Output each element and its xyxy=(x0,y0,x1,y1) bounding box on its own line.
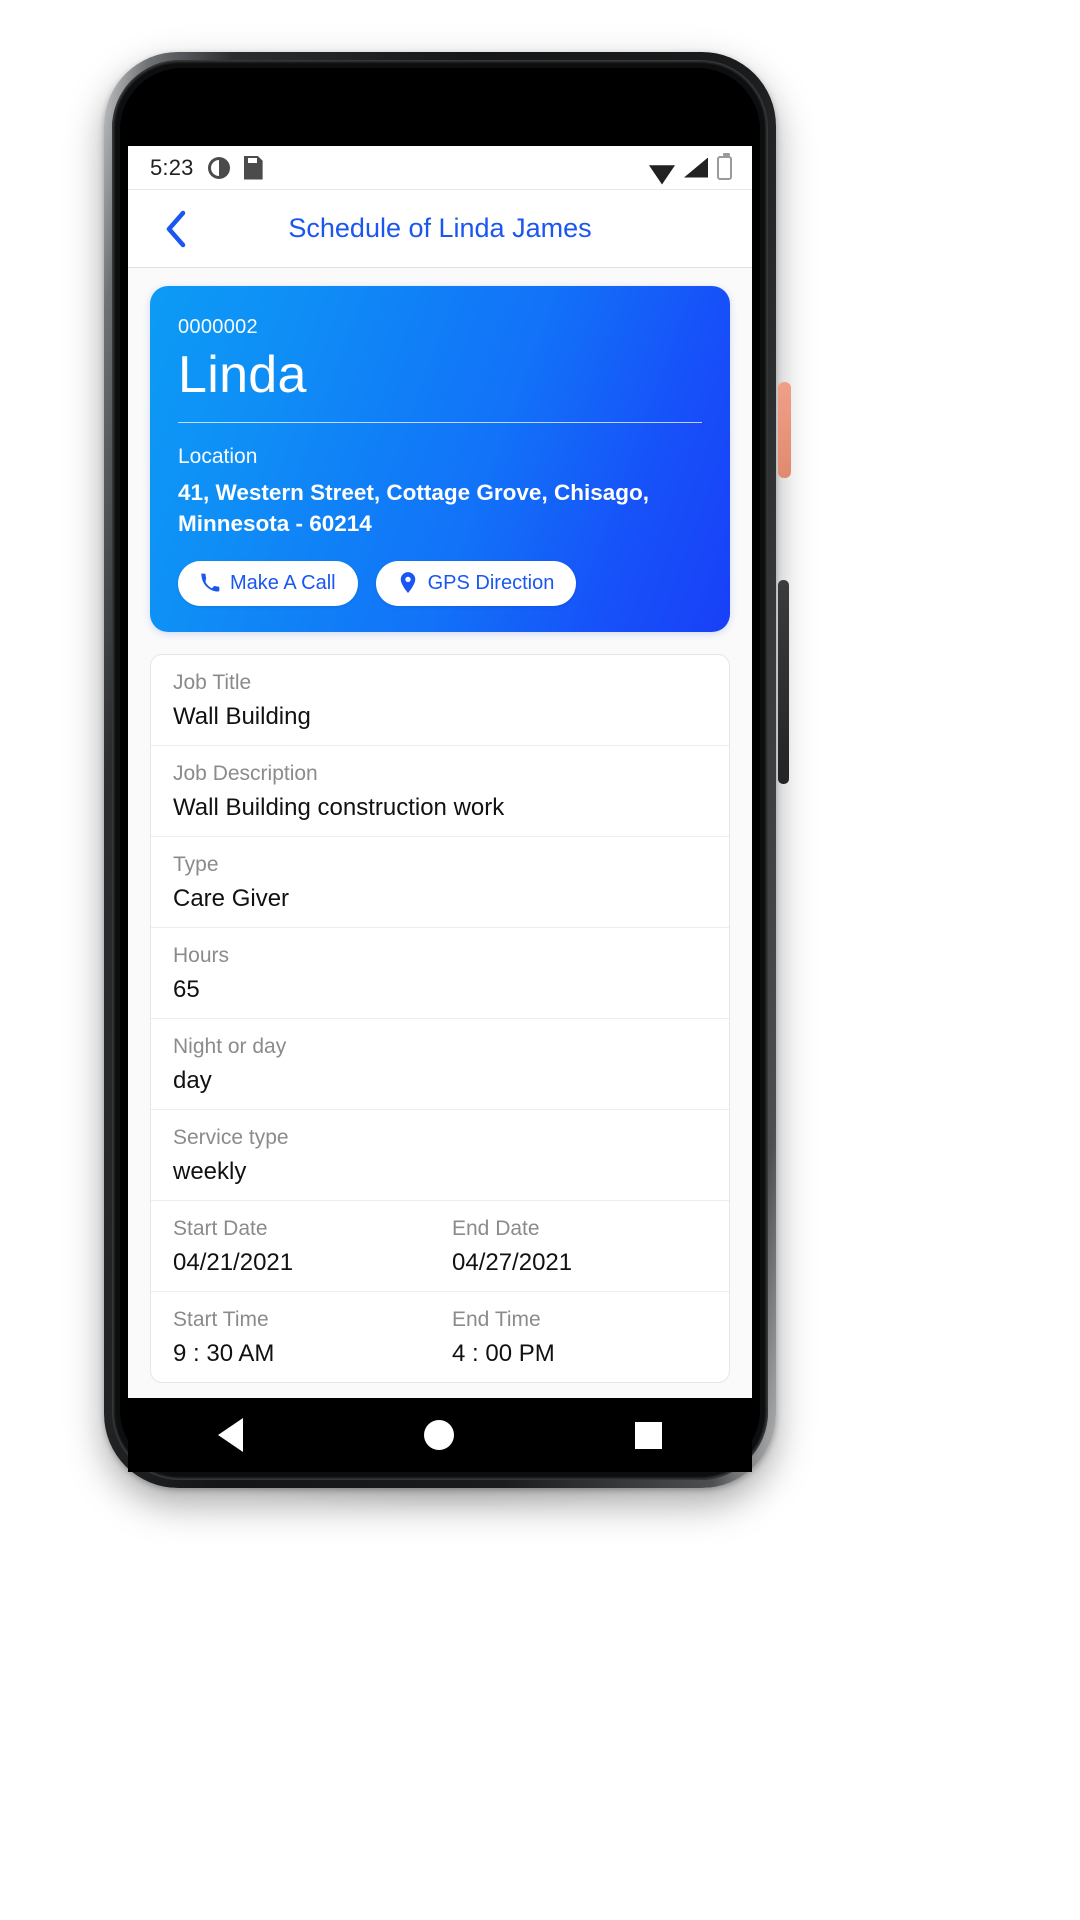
detail-label: Night or day xyxy=(173,1034,287,1058)
back-button[interactable] xyxy=(154,208,196,250)
job-details-card: Job Title Wall Building Job Description … xyxy=(150,653,730,1383)
make-a-call-label: Make A Call xyxy=(230,571,336,594)
gps-direction-label: GPS Direction xyxy=(427,571,555,594)
status-bar: 5:23 xyxy=(128,146,752,190)
phone-icon xyxy=(200,573,220,593)
detail-value: day xyxy=(173,1066,212,1094)
signal-icon xyxy=(684,157,708,178)
status-bar-left: 5:23 xyxy=(150,155,263,181)
home-circle-icon[interactable] xyxy=(423,1420,454,1450)
client-name: Linda xyxy=(178,346,307,404)
map-pin-icon xyxy=(398,572,418,594)
detail-label: Type xyxy=(173,852,219,876)
detail-col-start-time: Start Time 9 : 30 AM xyxy=(173,1308,440,1368)
detail-row-job-description: Job Description Wall Building constructi… xyxy=(151,746,729,837)
client-hero-card: 0000002 Linda Location 41, Western Stree… xyxy=(150,286,730,632)
battery-icon xyxy=(717,152,732,180)
detail-label: Start Time xyxy=(173,1307,269,1331)
detail-value: 4 : 00 PM xyxy=(452,1339,555,1367)
detail-label: End Time xyxy=(452,1307,541,1331)
detail-label: End Date xyxy=(452,1216,540,1240)
detail-row-job-title: Job Title Wall Building xyxy=(151,655,729,746)
detail-value: 04/21/2021 xyxy=(173,1248,294,1276)
do-not-disturb-icon xyxy=(207,156,230,179)
detail-label: Job Description xyxy=(173,761,318,785)
chevron-left-icon xyxy=(164,210,186,248)
hero-action-row: Make A Call GPS Direction xyxy=(178,560,702,606)
page-title: Schedule of Linda James xyxy=(288,213,592,243)
detail-row-night-or-day: Night or day day xyxy=(151,1019,729,1110)
recents-square-icon[interactable] xyxy=(634,1421,662,1449)
phone-screen: 5:23 Schedule of Linda James 0000002 Lin… xyxy=(128,146,752,1398)
wifi-icon xyxy=(649,158,675,178)
detail-value: 04/27/2021 xyxy=(452,1248,573,1276)
back-triangle-icon[interactable] xyxy=(218,1418,244,1452)
status-time: 5:23 xyxy=(150,154,194,180)
status-bar-right xyxy=(649,152,732,180)
location-address: 41, Western Street, Cottage Grove, Chisa… xyxy=(178,480,649,536)
detail-row-dates: Start Date 04/21/2021 End Date 04/27/202… xyxy=(151,1201,729,1292)
detail-value: 65 xyxy=(173,975,200,1003)
detail-label: Service type xyxy=(173,1125,289,1149)
detail-row-hours: Hours 65 xyxy=(151,928,729,1019)
detail-col-end-date: End Date 04/27/2021 xyxy=(440,1217,707,1277)
sd-card-icon xyxy=(243,155,263,180)
detail-col-end-time: End Time 4 : 00 PM xyxy=(440,1308,707,1368)
detail-label: Hours xyxy=(173,943,230,967)
detail-value: Wall Building xyxy=(173,702,311,730)
app-bar: Schedule of Linda James xyxy=(128,190,752,268)
detail-value: weekly xyxy=(173,1157,247,1185)
hero-divider xyxy=(178,422,702,424)
volume-button[interactable] xyxy=(778,580,789,784)
detail-label: Start Date xyxy=(173,1216,268,1240)
detail-value: Care Giver xyxy=(173,884,290,912)
detail-value: Wall Building construction work xyxy=(173,793,505,821)
power-button[interactable] xyxy=(778,382,791,478)
screenshot-root: 5:23 Schedule of Linda James 0000002 Lin… xyxy=(0,0,1080,1920)
detail-label: Job Title xyxy=(173,670,252,694)
detail-row-service-type: Service type weekly xyxy=(151,1110,729,1201)
android-nav-bar xyxy=(128,1398,752,1472)
location-label: Location xyxy=(178,445,258,469)
client-id: 0000002 xyxy=(178,316,258,338)
detail-row-times: Start Time 9 : 30 AM End Time 4 : 00 PM xyxy=(151,1292,729,1382)
content-scroll-area[interactable]: 0000002 Linda Location 41, Western Stree… xyxy=(128,268,752,1398)
detail-row-type: Type Care Giver xyxy=(151,837,729,928)
detail-col-start-date: Start Date 04/21/2021 xyxy=(173,1217,440,1277)
make-a-call-button[interactable]: Make A Call xyxy=(178,560,358,606)
detail-value: 9 : 30 AM xyxy=(173,1339,275,1367)
gps-direction-button[interactable]: GPS Direction xyxy=(375,560,577,606)
